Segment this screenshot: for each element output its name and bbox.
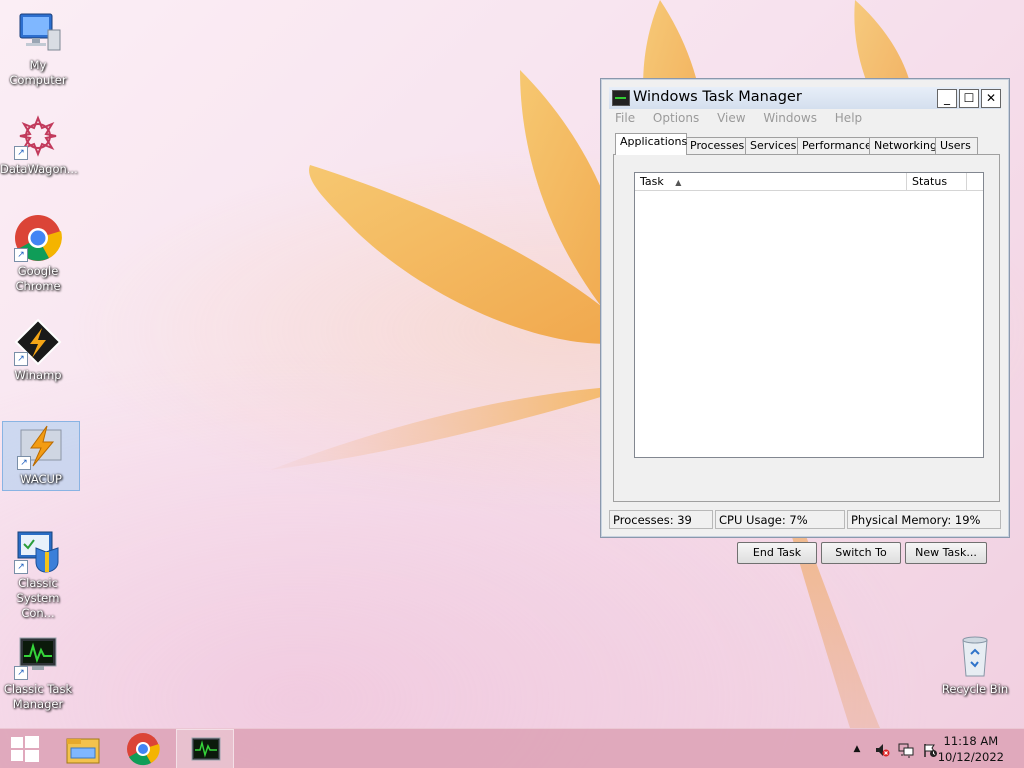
desktop-icon-label: Classic System Con...: [16, 576, 60, 620]
taskbar-chrome[interactable]: [114, 729, 172, 768]
chrome-icon: [127, 733, 160, 766]
volume-muted-icon[interactable]: [874, 742, 890, 757]
switch-to-button[interactable]: Switch To: [821, 542, 901, 564]
desktop-icon-winamp[interactable]: ↗ Winamp: [0, 318, 76, 383]
shortcut-arrow-icon: ↗: [17, 456, 31, 470]
task-manager-icon: [191, 737, 221, 761]
tab-performance[interactable]: Performance: [797, 137, 873, 155]
shortcut-arrow-icon: ↗: [14, 146, 28, 160]
control-panel-icon: ↗: [14, 526, 62, 574]
status-physical-memory: Physical Memory: 19%: [847, 510, 1001, 529]
desktop-icon-classic-system-control[interactable]: ↗ Classic System Con...: [0, 526, 76, 621]
desktop-icon-datawagon[interactable]: ↗ DataWagon...: [0, 112, 78, 177]
end-task-button[interactable]: End Task: [737, 542, 817, 564]
desktop-icon-label: Winamp: [14, 368, 62, 382]
desktop-icon-wacup[interactable]: ↗ WACUP: [2, 421, 80, 491]
shortcut-arrow-icon: ↗: [14, 352, 28, 366]
wacup-lightning-icon: ↗: [17, 422, 65, 470]
menu-options[interactable]: Options: [653, 109, 699, 127]
maximize-button[interactable]: ☐: [959, 89, 979, 108]
file-explorer-icon: [66, 738, 100, 764]
sort-ascending-icon: ▲: [675, 178, 682, 187]
task-manager-app-icon: [612, 90, 630, 106]
taskbar-clock[interactable]: 11:18 AM 10/12/2022: [938, 733, 1004, 765]
desktop-icon-label: Classic Task Manager: [3, 682, 73, 711]
tab-processes[interactable]: Processes: [685, 137, 749, 155]
window-title: Windows Task Manager: [633, 89, 802, 105]
shortcut-arrow-icon: ↗: [14, 248, 28, 262]
task-list[interactable]: Task ▲ Status: [634, 172, 984, 458]
menu-help[interactable]: Help: [835, 109, 862, 127]
column-header-task[interactable]: Task ▲: [635, 173, 907, 190]
column-header-status[interactable]: Status: [907, 173, 967, 190]
taskbar-file-explorer[interactable]: [56, 729, 114, 768]
network-icon[interactable]: [898, 742, 914, 758]
status-cpu-usage: CPU Usage: 7%: [715, 510, 845, 529]
menu-windows[interactable]: Windows: [763, 109, 817, 127]
action-center-flag-icon[interactable]: [922, 742, 937, 757]
clock-date: 10/12/2022: [937, 750, 1004, 764]
status-processes: Processes: 39: [609, 510, 713, 529]
desktop-icon-google-chrome[interactable]: ↗ Google Chrome: [0, 214, 76, 294]
menu-bar: File Options View Windows Help: [609, 109, 1001, 127]
clock-time: 11:18 AM: [943, 734, 999, 748]
close-button[interactable]: ✕: [981, 89, 1001, 108]
status-bar: Processes: 39 CPU Usage: 7% Physical Mem…: [609, 510, 1001, 530]
windows-logo-icon: [11, 736, 39, 762]
task-manager-icon: ↗: [14, 632, 62, 680]
tab-users[interactable]: Users: [935, 137, 978, 155]
new-task-button[interactable]: New Task...: [905, 542, 987, 564]
desktop-icon-label: Recycle Bin: [941, 682, 1009, 696]
column-task-label: Task: [640, 175, 664, 188]
desktop-icon-my-computer[interactable]: My Computer: [0, 8, 76, 88]
computer-icon: [14, 8, 62, 56]
minimize-button[interactable]: _: [937, 89, 957, 108]
menu-file[interactable]: File: [615, 109, 635, 127]
shortcut-arrow-icon: ↗: [14, 666, 28, 680]
title-bar[interactable]: Windows Task Manager _ ☐ ✕: [609, 87, 1001, 109]
winamp-lightning-icon: ↗: [14, 318, 62, 366]
desktop-icon-label: WACUP: [20, 472, 62, 486]
taskbar-task-manager[interactable]: [176, 729, 234, 768]
chrome-icon: ↗: [14, 214, 62, 262]
start-button[interactable]: [0, 729, 58, 768]
desktop-icon-label: My Computer: [9, 58, 67, 87]
tab-applications[interactable]: Applications: [615, 133, 687, 155]
desktop-icon-label: Google Chrome: [15, 264, 61, 293]
recycle-bin-icon: [951, 632, 999, 680]
tab-services[interactable]: Services: [745, 137, 801, 155]
applications-panel: Task ▲ Status End Task Switch To New Tas…: [613, 154, 1000, 564]
taskbar: ▲ 11:18 AM 10/12/2022: [0, 728, 1024, 768]
task-manager-window[interactable]: Windows Task Manager _ ☐ ✕ File Options …: [600, 78, 1010, 564]
desktop-icon-classic-task-manager[interactable]: ↗ Classic Task Manager: [0, 632, 76, 712]
tab-networking[interactable]: Networking: [869, 137, 939, 155]
shortcut-arrow-icon: ↗: [14, 560, 28, 574]
datawagon-logo-icon: ↗: [14, 112, 62, 160]
desktop-icon-label: DataWagon...: [0, 162, 78, 176]
desktop-icon-recycle-bin[interactable]: Recycle Bin: [937, 632, 1013, 697]
show-hidden-icons-button[interactable]: ▲: [850, 742, 864, 756]
menu-view[interactable]: View: [717, 109, 745, 127]
task-list-header: Task ▲ Status: [635, 173, 983, 191]
